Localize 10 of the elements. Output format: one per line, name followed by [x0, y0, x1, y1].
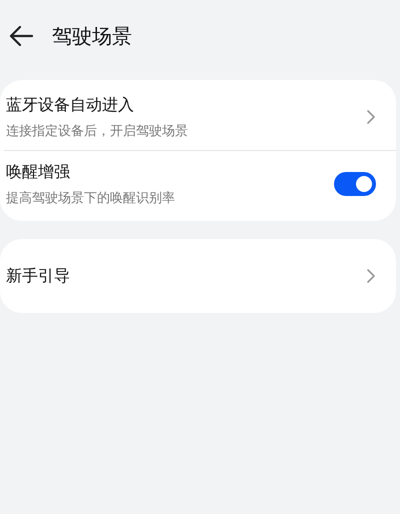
setting-description: 提高驾驶场景下的唤醒识别率: [6, 190, 176, 206]
chevron-icon[interactable]: [366, 268, 376, 284]
setting-title: 新手引导: [6, 266, 71, 286]
page-title: 驾驶场景: [52, 22, 132, 50]
setting-title: 蓝牙设备自动进入: [6, 94, 135, 116]
setting-title: 唤醒增强: [6, 162, 71, 182]
back-icon[interactable]: [8, 23, 34, 49]
setting-description: 连接指定设备后，开启驾驶场景: [6, 122, 189, 140]
toggle-switch[interactable]: [334, 172, 376, 196]
chevron-icon[interactable]: [366, 109, 376, 125]
